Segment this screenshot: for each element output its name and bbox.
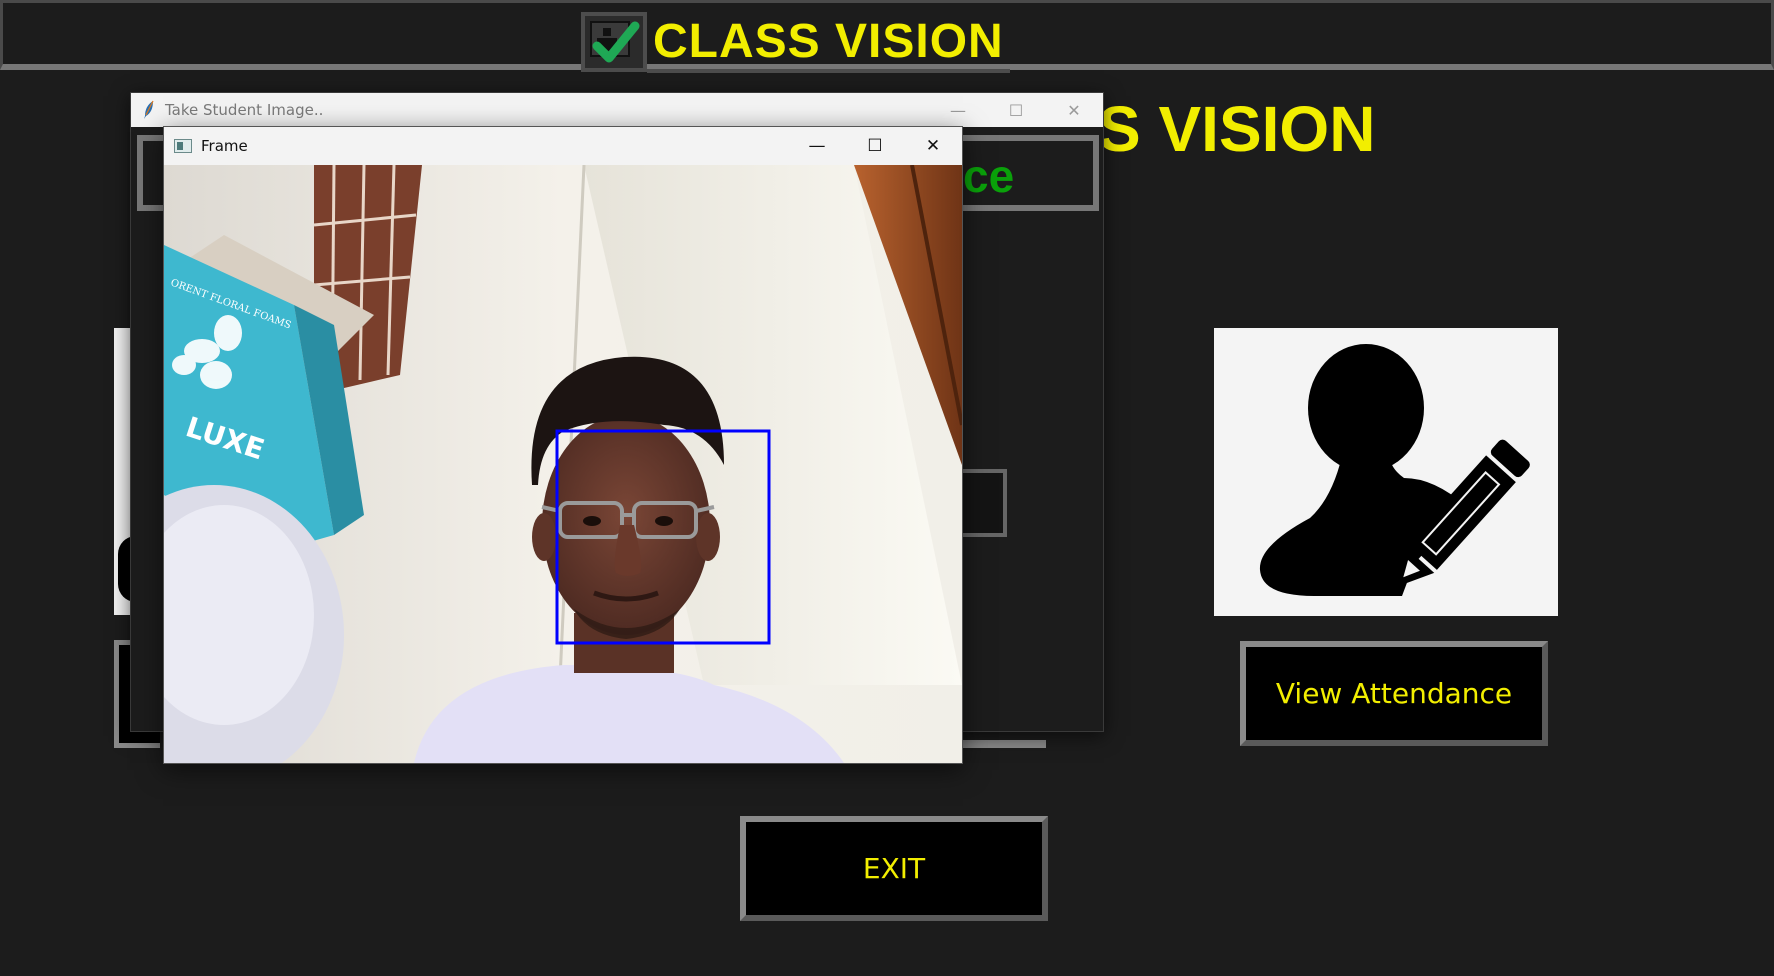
frame-app-icon: [174, 139, 192, 153]
frame-title: Frame: [201, 137, 248, 155]
background-title-fragment: S VISION: [1098, 93, 1376, 165]
check-logo-icon: [581, 12, 647, 72]
tsi-close-button[interactable]: ✕: [1045, 93, 1103, 127]
feather-icon: [144, 100, 154, 119]
view-attendance-button[interactable]: View Attendance: [1240, 641, 1548, 746]
app-title: CLASS VISION: [647, 11, 1010, 73]
take-student-image-titlebar[interactable]: Take Student Image.. — ☐ ✕: [131, 93, 1103, 127]
tsi-maximize-button[interactable]: ☐: [987, 93, 1045, 127]
tsi-heading-fragment: ce: [963, 150, 1015, 202]
tsi-minimize-button[interactable]: —: [929, 93, 987, 127]
attendance-button-fragment: [960, 740, 1046, 748]
banner-header: CLASS VISION: [581, 11, 1010, 73]
tsi-control-fragment[interactable]: [959, 469, 1007, 537]
take-student-image-title: Take Student Image..: [165, 101, 324, 119]
top-banner: CLASS VISION: [0, 0, 1774, 73]
user-edit-icon: [1259, 344, 1530, 596]
frame-close-button[interactable]: ✕: [904, 127, 962, 165]
frame-window: Frame — ☐ ✕ ORENT FLORAL FOAMS LUXE: [163, 126, 963, 764]
exit-button[interactable]: EXIT: [740, 816, 1048, 921]
frame-maximize-button[interactable]: ☐: [846, 127, 904, 165]
frame-titlebar[interactable]: Frame — ☐ ✕: [164, 127, 962, 165]
camera-feed: ORENT FLORAL FOAMS LUXE: [164, 165, 962, 763]
frame-minimize-button[interactable]: —: [788, 127, 846, 165]
view-attendance-card: [1214, 328, 1558, 616]
